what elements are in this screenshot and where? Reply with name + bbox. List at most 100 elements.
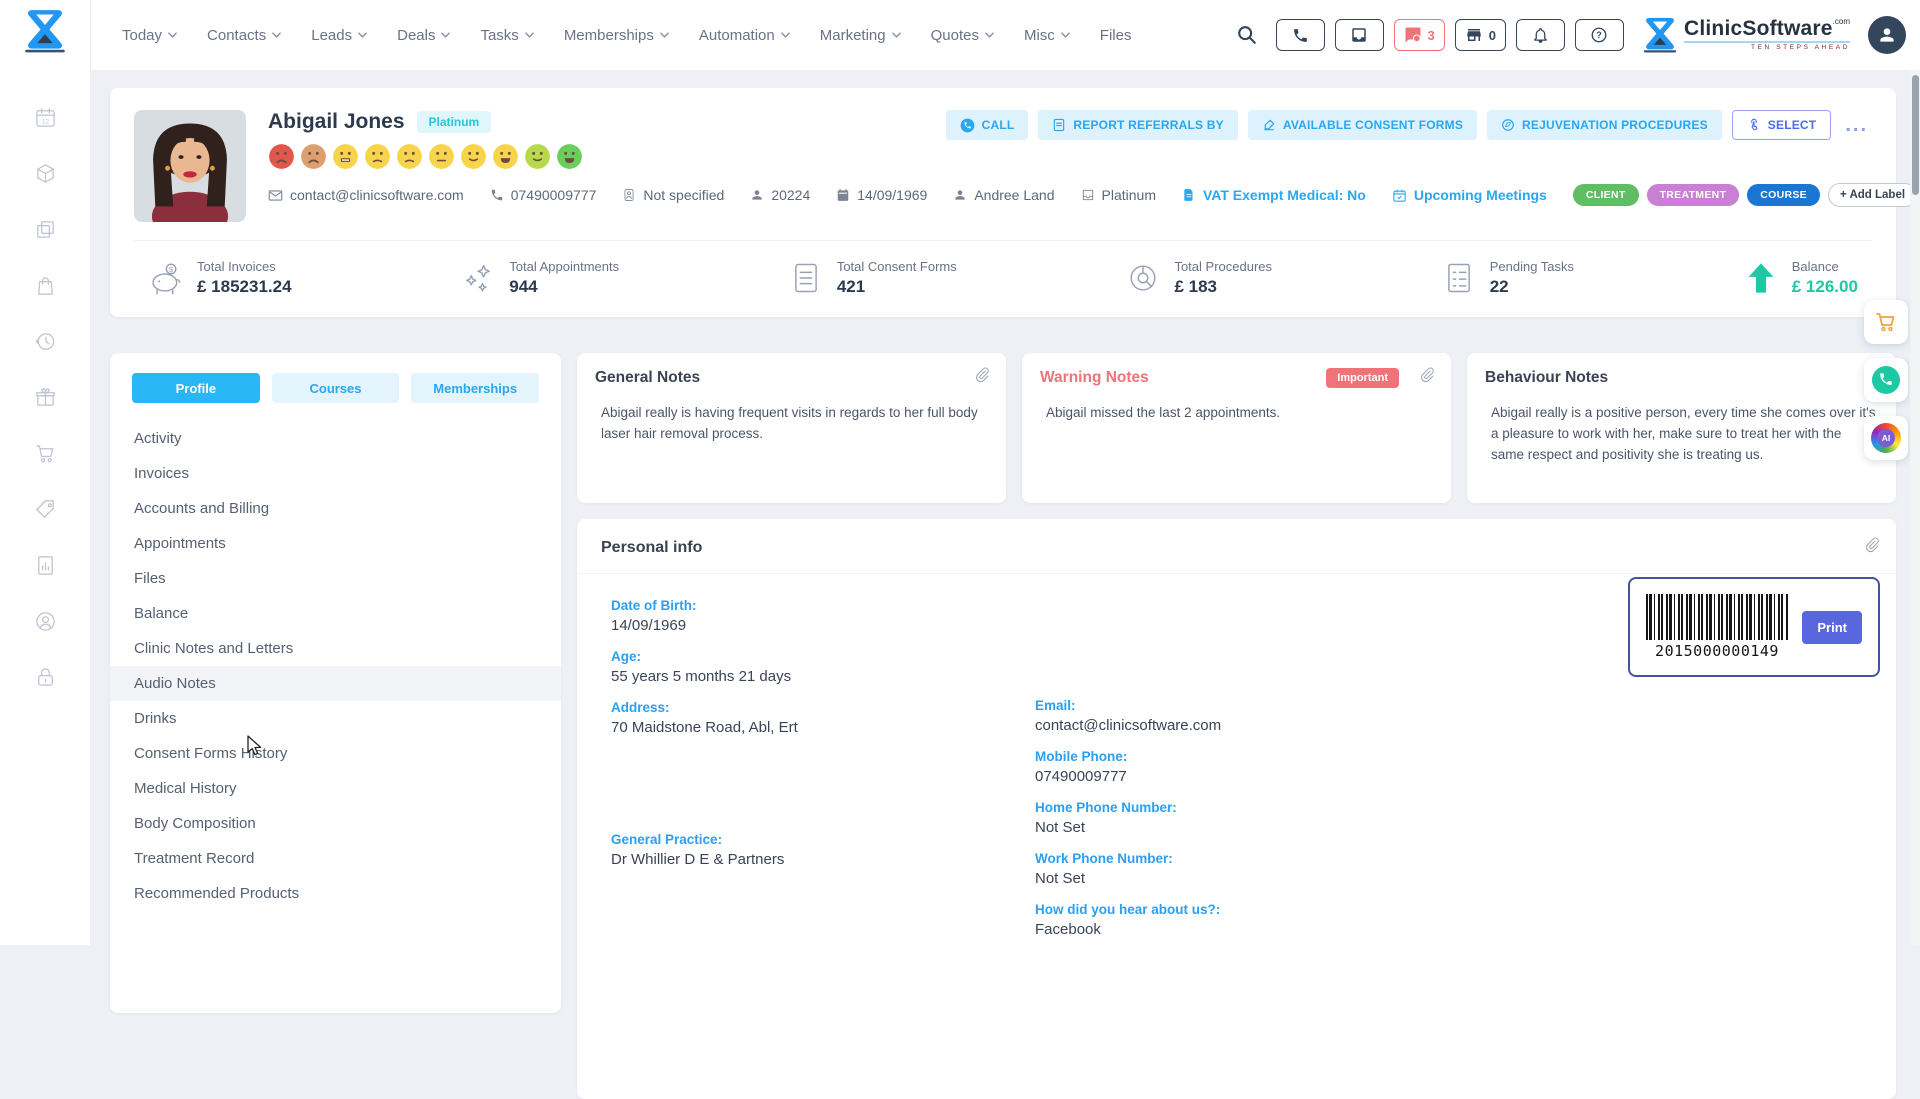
stat-value: £ 183 [1174, 277, 1272, 297]
nav-files[interactable]: Files [1100, 27, 1132, 44]
quick-cart-button[interactable] [1864, 300, 1908, 344]
notes-row: General Notes Abigail really is having f… [577, 353, 1896, 503]
menu-item-activity[interactable]: Activity [110, 421, 561, 456]
attachment-icon[interactable] [974, 367, 990, 383]
nav-tasks[interactable]: Tasks [480, 27, 533, 44]
menu-item-audio-notes[interactable]: Audio Notes [110, 666, 561, 701]
nav-quotes[interactable]: Quotes [931, 27, 994, 44]
consent-forms-button[interactable]: AVAILABLE CONSENT FORMS [1248, 110, 1477, 140]
notifications-button[interactable] [1516, 19, 1565, 51]
label-client[interactable]: CLIENT [1573, 184, 1639, 206]
vat-exempt-link[interactable]: VAT Exempt Medical: No [1182, 187, 1366, 203]
mood-emoji[interactable] [556, 143, 583, 170]
menu-item-body-composition[interactable]: Body Composition [110, 806, 561, 841]
menu-item-treatment-record[interactable]: Treatment Record [110, 841, 561, 876]
menu-item-appointments[interactable]: Appointments [110, 526, 561, 561]
app-logo-icon[interactable] [23, 6, 67, 56]
menu-item-files[interactable]: Files [110, 561, 561, 596]
report-referrals-button[interactable]: REPORT REFERRALS BY [1038, 110, 1237, 140]
mood-emoji[interactable] [428, 143, 455, 170]
more-options-button[interactable]: ... [1841, 121, 1872, 129]
help-button[interactable]: ? [1575, 19, 1624, 51]
inbox-button[interactable] [1335, 19, 1384, 51]
cart-icon[interactable] [34, 442, 57, 465]
field-value: 07490009777 [1035, 768, 1221, 785]
mood-emoji[interactable] [364, 143, 391, 170]
copy-icon[interactable] [34, 218, 57, 241]
document-icon [1182, 188, 1196, 202]
upcoming-meetings-link[interactable]: Upcoming Meetings [1392, 187, 1547, 203]
menu-item-clinic-notes-and-letters[interactable]: Clinic Notes and Letters [110, 631, 561, 666]
dialer-button[interactable] [1276, 19, 1325, 51]
select-button[interactable]: SELECT [1732, 110, 1832, 140]
price-tag-icon[interactable] [34, 498, 57, 521]
scrollbar-thumb[interactable] [1912, 75, 1919, 195]
tab-memberships[interactable]: Memberships [411, 373, 539, 403]
shopping-bag-icon[interactable] [34, 274, 57, 297]
mood-emoji[interactable] [492, 143, 519, 170]
mood-emoji[interactable] [268, 143, 295, 170]
mood-emoji[interactable] [524, 143, 551, 170]
personal-info-card: Personal info 2015000000149 Print Date o… [577, 519, 1896, 1099]
field-address: Address:70 Maidstone Road, Abl, Ert [611, 700, 1035, 736]
user-avatar[interactable] [1868, 16, 1906, 54]
ai-assistant-button[interactable]: AI [1864, 416, 1908, 460]
add-label-button[interactable]: + Add Label [1828, 183, 1917, 207]
nav-automation[interactable]: Automation [699, 27, 790, 44]
mood-emoji[interactable] [332, 143, 359, 170]
nav-misc[interactable]: Misc [1024, 27, 1070, 44]
nav-deals[interactable]: Deals [397, 27, 450, 44]
search-icon[interactable] [1236, 24, 1258, 46]
menu-item-recommended-products[interactable]: Recommended Products [110, 876, 561, 911]
print-button[interactable]: Print [1802, 611, 1862, 644]
mail-icon [268, 188, 283, 203]
history-icon[interactable] [34, 330, 57, 353]
mood-emoji[interactable] [396, 143, 423, 170]
menu-item-accounts-and-billing[interactable]: Accounts and Billing [110, 491, 561, 526]
lock-icon[interactable] [34, 666, 57, 689]
label-course[interactable]: COURSE [1747, 184, 1820, 206]
menu-item-consent-forms-history[interactable]: Consent Forms History [110, 736, 561, 771]
menu-item-balance[interactable]: Balance [110, 596, 561, 631]
package-icon[interactable] [34, 162, 57, 185]
attachment-icon[interactable] [1864, 537, 1880, 553]
menu-item-medical-history[interactable]: Medical History [110, 771, 561, 806]
menu-item-invoices[interactable]: Invoices [110, 456, 561, 491]
label-treatment[interactable]: TREATMENT [1647, 184, 1740, 206]
tier-badge: Platinum [417, 111, 492, 133]
calendar-icon[interactable]: 12 [34, 106, 57, 129]
personal-info-left-column: Date of Birth:14/09/1969 Age:55 years 5 … [611, 598, 1035, 953]
vat-value: VAT Exempt Medical: No [1203, 187, 1366, 203]
nav-contacts[interactable]: Contacts [207, 27, 281, 44]
menu-item-drinks[interactable]: Drinks [110, 701, 561, 736]
field-label: General Practice: [611, 832, 1035, 847]
nav-today[interactable]: Today [122, 27, 177, 44]
nav-memberships[interactable]: Memberships [564, 27, 669, 44]
nav-leads[interactable]: Leads [311, 27, 367, 44]
tab-profile[interactable]: Profile [132, 373, 260, 403]
account-icon[interactable] [34, 610, 57, 633]
mood-emoji[interactable] [300, 143, 327, 170]
calendar-icon [836, 188, 850, 202]
inbox-icon [1350, 26, 1368, 44]
store-button[interactable]: 0 [1455, 19, 1506, 51]
patient-menu-list: Activity Invoices Accounts and Billing A… [110, 421, 561, 911]
personal-info-title: Personal info [601, 539, 1872, 557]
patient-phone[interactable]: 07490009777 [490, 187, 597, 203]
patient-email[interactable]: contact@clinicsoftware.com [268, 187, 464, 203]
patient-owner: Andree Land [953, 187, 1054, 203]
attachment-icon[interactable] [1419, 367, 1435, 383]
page-scrollbar[interactable] [1910, 70, 1920, 945]
tab-courses[interactable]: Courses [272, 373, 400, 403]
gender-value: Not specified [643, 187, 724, 203]
stat-value: 944 [509, 277, 619, 297]
mood-scale[interactable] [268, 143, 1872, 170]
chat-button[interactable]: 3 [1394, 19, 1445, 51]
quick-call-button[interactable] [1864, 358, 1908, 402]
gift-icon[interactable] [34, 386, 57, 409]
mood-emoji[interactable] [460, 143, 487, 170]
nav-marketing[interactable]: Marketing [820, 27, 901, 44]
rejuvenation-button[interactable]: REJUVENATION PROCEDURES [1487, 110, 1722, 140]
report-icon[interactable] [34, 554, 57, 577]
call-button[interactable]: CALL [946, 110, 1029, 140]
